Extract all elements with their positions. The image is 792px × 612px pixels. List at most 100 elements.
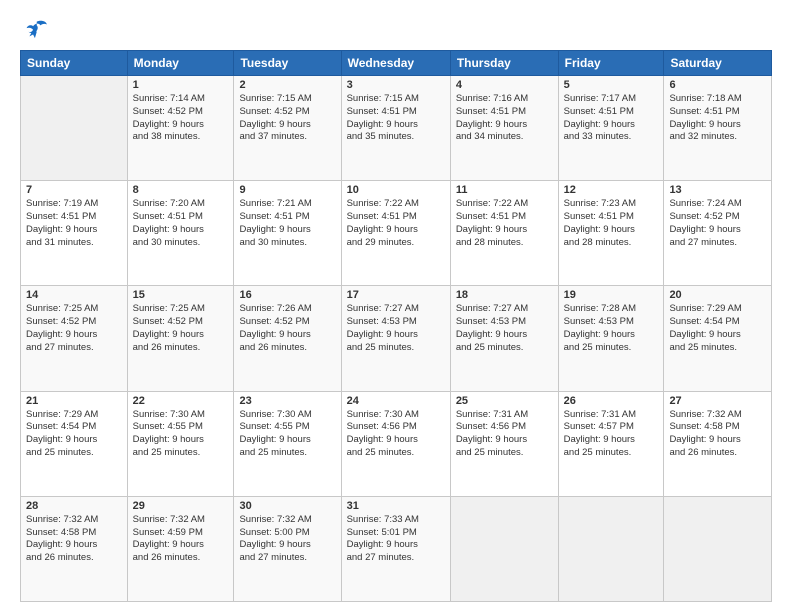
day-number: 29 <box>133 500 229 512</box>
calendar-cell: 9 Sunrise: 7:21 AM Sunset: 4:51 PM Daylig… <box>234 181 341 286</box>
cell-content: Sunrise: 7:23 AM Sunset: 4:51 PM Dayligh… <box>564 198 659 249</box>
calendar-cell: 20 Sunrise: 7:29 AM Sunset: 4:54 PM Dayli… <box>664 286 772 391</box>
day-number: 26 <box>564 395 659 407</box>
cell-content: Sunrise: 7:18 AM Sunset: 4:51 PM Dayligh… <box>669 93 766 144</box>
calendar-cell: 29 Sunrise: 7:32 AM Sunset: 4:59 PM Dayli… <box>127 496 234 601</box>
day-number: 31 <box>347 500 445 512</box>
cell-content: Sunrise: 7:25 AM Sunset: 4:52 PM Dayligh… <box>133 303 229 354</box>
calendar-cell: 30 Sunrise: 7:32 AM Sunset: 5:00 PM Dayli… <box>234 496 341 601</box>
cell-content: Sunrise: 7:17 AM Sunset: 4:51 PM Dayligh… <box>564 93 659 144</box>
cell-content: Sunrise: 7:16 AM Sunset: 4:51 PM Dayligh… <box>456 93 553 144</box>
week-row-3: 21 Sunrise: 7:29 AM Sunset: 4:54 PM Dayli… <box>21 391 772 496</box>
header-day-monday: Monday <box>127 51 234 76</box>
calendar-cell: 31 Sunrise: 7:33 AM Sunset: 5:01 PM Dayli… <box>341 496 450 601</box>
cell-content: Sunrise: 7:32 AM Sunset: 4:58 PM Dayligh… <box>669 409 766 460</box>
calendar-table: SundayMondayTuesdayWednesdayThursdayFrid… <box>20 50 772 602</box>
cell-content: Sunrise: 7:21 AM Sunset: 4:51 PM Dayligh… <box>239 198 335 249</box>
cell-content: Sunrise: 7:15 AM Sunset: 4:52 PM Dayligh… <box>239 93 335 144</box>
calendar-cell: 13 Sunrise: 7:24 AM Sunset: 4:52 PM Dayli… <box>664 181 772 286</box>
day-number: 12 <box>564 184 659 196</box>
cell-content: Sunrise: 7:33 AM Sunset: 5:01 PM Dayligh… <box>347 514 445 565</box>
day-number: 19 <box>564 289 659 301</box>
calendar-cell: 21 Sunrise: 7:29 AM Sunset: 4:54 PM Dayli… <box>21 391 128 496</box>
day-number: 9 <box>239 184 335 196</box>
calendar-body: 1Sunrise: 7:14 AM Sunset: 4:52 PM Daylig… <box>21 76 772 602</box>
day-number: 13 <box>669 184 766 196</box>
calendar-cell: 10 Sunrise: 7:22 AM Sunset: 4:51 PM Dayli… <box>341 181 450 286</box>
logo-icon <box>20 18 48 40</box>
day-number: 22 <box>133 395 229 407</box>
calendar-cell: 24 Sunrise: 7:30 AM Sunset: 4:56 PM Dayli… <box>341 391 450 496</box>
cell-content: Sunrise: 7:30 AM Sunset: 4:55 PM Dayligh… <box>239 409 335 460</box>
day-number: 21 <box>26 395 122 407</box>
logo <box>20 18 52 40</box>
cell-content: Sunrise: 7:32 AM Sunset: 4:58 PM Dayligh… <box>26 514 122 565</box>
cell-content: Sunrise: 7:30 AM Sunset: 4:55 PM Dayligh… <box>133 409 229 460</box>
calendar-cell: 4 Sunrise: 7:16 AM Sunset: 4:51 PM Daylig… <box>450 76 558 181</box>
cell-content: Sunrise: 7:32 AM Sunset: 4:59 PM Dayligh… <box>133 514 229 565</box>
day-number: 20 <box>669 289 766 301</box>
day-number: 5 <box>564 79 659 91</box>
calendar-header: SundayMondayTuesdayWednesdayThursdayFrid… <box>21 51 772 76</box>
cell-content: Sunrise: 7:27 AM Sunset: 4:53 PM Dayligh… <box>456 303 553 354</box>
cell-content: Sunrise: 7:31 AM Sunset: 4:57 PM Dayligh… <box>564 409 659 460</box>
day-number: 7 <box>26 184 122 196</box>
calendar-cell: 19Sunrise: 7:28 AM Sunset: 4:53 PM Dayli… <box>558 286 664 391</box>
calendar-cell: 12 Sunrise: 7:23 AM Sunset: 4:51 PM Dayli… <box>558 181 664 286</box>
header-row: SundayMondayTuesdayWednesdayThursdayFrid… <box>21 51 772 76</box>
header-day-wednesday: Wednesday <box>341 51 450 76</box>
calendar-cell: 27 Sunrise: 7:32 AM Sunset: 4:58 PM Dayli… <box>664 391 772 496</box>
calendar-cell: 23 Sunrise: 7:30 AM Sunset: 4:55 PM Dayli… <box>234 391 341 496</box>
day-number: 25 <box>456 395 553 407</box>
cell-content: Sunrise: 7:19 AM Sunset: 4:51 PM Dayligh… <box>26 198 122 249</box>
day-number: 27 <box>669 395 766 407</box>
day-number: 23 <box>239 395 335 407</box>
cell-content: Sunrise: 7:25 AM Sunset: 4:52 PM Dayligh… <box>26 303 122 354</box>
cell-content: Sunrise: 7:32 AM Sunset: 5:00 PM Dayligh… <box>239 514 335 565</box>
calendar-cell: 26 Sunrise: 7:31 AM Sunset: 4:57 PM Dayli… <box>558 391 664 496</box>
cell-content: Sunrise: 7:30 AM Sunset: 4:56 PM Dayligh… <box>347 409 445 460</box>
calendar-cell: 17 Sunrise: 7:27 AM Sunset: 4:53 PM Dayli… <box>341 286 450 391</box>
cell-content: Sunrise: 7:26 AM Sunset: 4:52 PM Dayligh… <box>239 303 335 354</box>
cell-content: Sunrise: 7:27 AM Sunset: 4:53 PM Dayligh… <box>347 303 445 354</box>
day-number: 24 <box>347 395 445 407</box>
calendar-cell <box>558 496 664 601</box>
calendar-cell: 14 Sunrise: 7:25 AM Sunset: 4:52 PM Dayli… <box>21 286 128 391</box>
cell-content: Sunrise: 7:22 AM Sunset: 4:51 PM Dayligh… <box>456 198 553 249</box>
page: SundayMondayTuesdayWednesdayThursdayFrid… <box>0 0 792 612</box>
day-number: 18 <box>456 289 553 301</box>
calendar-cell: 7 Sunrise: 7:19 AM Sunset: 4:51 PM Daylig… <box>21 181 128 286</box>
day-number: 28 <box>26 500 122 512</box>
week-row-4: 28 Sunrise: 7:32 AM Sunset: 4:58 PM Dayli… <box>21 496 772 601</box>
calendar-cell: 2Sunrise: 7:15 AM Sunset: 4:52 PM Daylig… <box>234 76 341 181</box>
cell-content: Sunrise: 7:20 AM Sunset: 4:51 PM Dayligh… <box>133 198 229 249</box>
day-number: 30 <box>239 500 335 512</box>
week-row-2: 14 Sunrise: 7:25 AM Sunset: 4:52 PM Dayli… <box>21 286 772 391</box>
day-number: 8 <box>133 184 229 196</box>
week-row-1: 7 Sunrise: 7:19 AM Sunset: 4:51 PM Daylig… <box>21 181 772 286</box>
cell-content: Sunrise: 7:31 AM Sunset: 4:56 PM Dayligh… <box>456 409 553 460</box>
day-number: 4 <box>456 79 553 91</box>
day-number: 1 <box>133 79 229 91</box>
calendar-cell: 8 Sunrise: 7:20 AM Sunset: 4:51 PM Daylig… <box>127 181 234 286</box>
cell-content: Sunrise: 7:24 AM Sunset: 4:52 PM Dayligh… <box>669 198 766 249</box>
calendar-cell <box>450 496 558 601</box>
calendar-cell: 25 Sunrise: 7:31 AM Sunset: 4:56 PM Dayli… <box>450 391 558 496</box>
day-number: 10 <box>347 184 445 196</box>
calendar-cell: 6Sunrise: 7:18 AM Sunset: 4:51 PM Daylig… <box>664 76 772 181</box>
cell-content: Sunrise: 7:22 AM Sunset: 4:51 PM Dayligh… <box>347 198 445 249</box>
day-number: 15 <box>133 289 229 301</box>
header-day-friday: Friday <box>558 51 664 76</box>
day-number: 17 <box>347 289 445 301</box>
cell-content: Sunrise: 7:15 AM Sunset: 4:51 PM Dayligh… <box>347 93 445 144</box>
day-number: 14 <box>26 289 122 301</box>
calendar-cell: 22 Sunrise: 7:30 AM Sunset: 4:55 PM Dayli… <box>127 391 234 496</box>
calendar-cell <box>21 76 128 181</box>
header-day-sunday: Sunday <box>21 51 128 76</box>
cell-content: Sunrise: 7:29 AM Sunset: 4:54 PM Dayligh… <box>26 409 122 460</box>
week-row-0: 1Sunrise: 7:14 AM Sunset: 4:52 PM Daylig… <box>21 76 772 181</box>
calendar-cell <box>664 496 772 601</box>
header <box>20 18 772 40</box>
cell-content: Sunrise: 7:29 AM Sunset: 4:54 PM Dayligh… <box>669 303 766 354</box>
calendar-cell: 1Sunrise: 7:14 AM Sunset: 4:52 PM Daylig… <box>127 76 234 181</box>
